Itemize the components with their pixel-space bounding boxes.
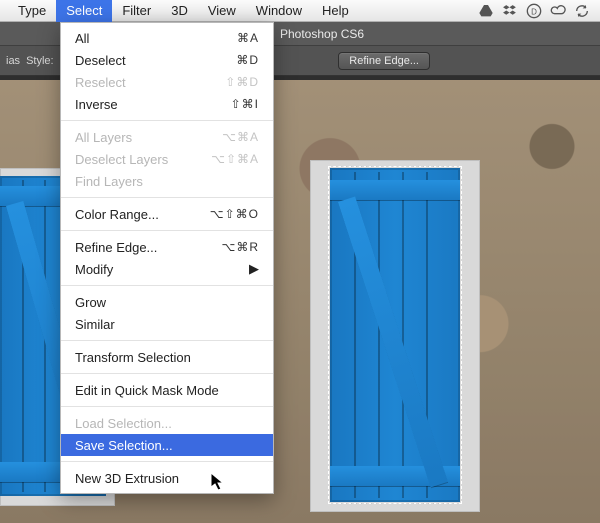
menu-item-shortcut: ⇧⌘D [225, 75, 259, 89]
menu-item-label: Find Layers [75, 174, 143, 189]
menu-item-refine-edge[interactable]: Refine Edge... ⌥⌘R [61, 236, 273, 258]
menu-item-all-layers: All Layers ⌥⌘A [61, 126, 273, 148]
menu-item-transform-selection[interactable]: Transform Selection [61, 346, 273, 368]
menu-item-label: Reselect [75, 75, 126, 90]
menu-window[interactable]: Window [246, 0, 312, 22]
menu-item-label: Deselect Layers [75, 152, 168, 167]
style-label: Style: [26, 55, 54, 67]
menu-item-label: Edit in Quick Mask Mode [75, 383, 219, 398]
menu-filter[interactable]: Filter [112, 0, 161, 22]
ias-label: ias [6, 55, 20, 67]
sync-icon[interactable] [574, 3, 590, 19]
menu-item-grow[interactable]: Grow [61, 291, 273, 313]
menu-item-label: Refine Edge... [75, 240, 157, 255]
menu-item-label: All [75, 31, 89, 46]
menu-item-edit-in-quick-mask-mode[interactable]: Edit in Quick Mask Mode [61, 379, 273, 401]
menu-separator [61, 406, 273, 407]
menubar-tray: D [478, 3, 600, 19]
menu-separator [61, 461, 273, 462]
menu-type[interactable]: Type [8, 0, 56, 22]
menu-item-all[interactable]: All ⌘A [61, 27, 273, 49]
d-letter-icon[interactable]: D [526, 3, 542, 19]
menu-item-shortcut: ⌥⇧⌘O [210, 207, 259, 221]
menu-item-label: Save Selection... [75, 438, 173, 453]
menu-item-label: Transform Selection [75, 350, 191, 365]
marquee-selection[interactable] [328, 166, 462, 504]
menu-select[interactable]: Select [56, 0, 112, 22]
submenu-arrow-icon: ▶ [249, 261, 259, 277]
menu-item-label: Load Selection... [75, 416, 172, 431]
menu-separator [61, 197, 273, 198]
menu-separator [61, 373, 273, 374]
menu-item-shortcut: ⌘A [237, 31, 259, 45]
menu-item-color-range[interactable]: Color Range... ⌥⇧⌘O [61, 203, 273, 225]
select-menu-dropdown: All ⌘A Deselect ⌘D Reselect ⇧⌘D Inverse ⇧⌘I All … [60, 22, 274, 494]
menubar: Type Select Filter 3D View Window Help D [0, 0, 600, 22]
menu-help[interactable]: Help [312, 0, 359, 22]
menu-separator [61, 340, 273, 341]
menu-item-shortcut: ⌘D [236, 53, 259, 67]
menu-item-shortcut: ⇧⌘I [231, 97, 259, 111]
dropbox-icon[interactable] [502, 3, 518, 19]
menu-item-label: Inverse [75, 97, 118, 112]
menu-separator [61, 120, 273, 121]
menu-item-modify[interactable]: Modify ▶ [61, 258, 273, 280]
svg-text:D: D [531, 7, 537, 16]
menu-item-label: Grow [75, 295, 106, 310]
menu-item-shortcut: ⌥⌘R [222, 240, 260, 254]
menu-item-inverse[interactable]: Inverse ⇧⌘I [61, 93, 273, 115]
menu-item-label: All Layers [75, 130, 132, 145]
menu-item-shortcut: ⌥⌘A [222, 130, 259, 144]
menu-item-label: New 3D Extrusion [75, 471, 179, 486]
menu-item-similar[interactable]: Similar [61, 313, 273, 335]
menu-item-load-selection: Load Selection... [61, 412, 273, 434]
app-title: Photoshop CS6 [280, 27, 364, 41]
menu-item-deselect[interactable]: Deselect ⌘D [61, 49, 273, 71]
menu-item-deselect-layers: Deselect Layers ⌥⇧⌘A [61, 148, 273, 170]
menu-separator [61, 285, 273, 286]
menu-item-label: Similar [75, 317, 115, 332]
refine-edge-button[interactable]: Refine Edge... [338, 52, 430, 70]
menu-item-save-selection[interactable]: Save Selection... [61, 434, 273, 456]
creative-cloud-icon[interactable] [550, 3, 566, 19]
menu-item-label: Color Range... [75, 207, 159, 222]
menu-item-find-layers: Find Layers [61, 170, 273, 192]
menu-item-reselect: Reselect ⇧⌘D [61, 71, 273, 93]
menu-item-new-3d-extrusion[interactable]: New 3D Extrusion [61, 467, 273, 489]
menu-separator [61, 230, 273, 231]
menu-item-label: Deselect [75, 53, 126, 68]
menu-item-label: Modify [75, 262, 113, 277]
menu-item-shortcut: ⌥⇧⌘A [211, 152, 259, 166]
menu-view[interactable]: View [198, 0, 246, 22]
googledrive-icon[interactable] [478, 3, 494, 19]
menu-3d[interactable]: 3D [161, 0, 198, 22]
